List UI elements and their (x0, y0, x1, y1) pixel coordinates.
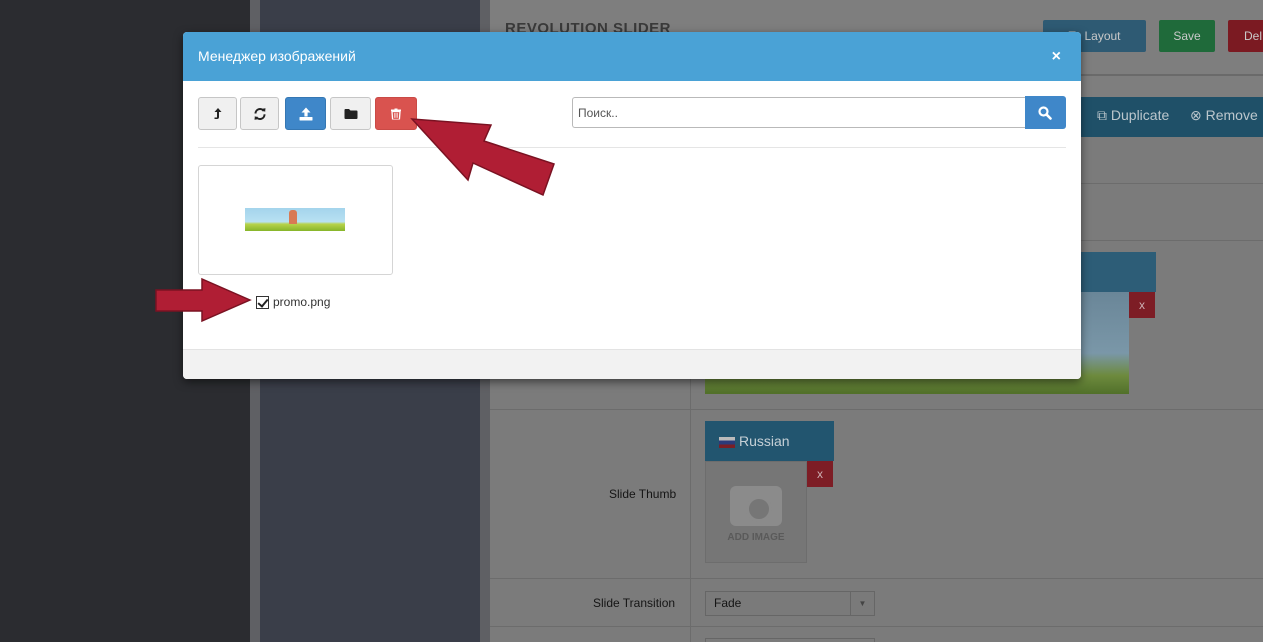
image-manager-modal: Менеджер изображений × Поиск.. promo.png (183, 32, 1081, 379)
add-image-label: ADD IMAGE (727, 532, 785, 543)
close-icon[interactable]: × (1052, 32, 1061, 81)
settings-row-divider (490, 626, 1263, 627)
level-up-icon (214, 107, 221, 119)
search-button[interactable] (1025, 96, 1066, 129)
refresh-button[interactable] (240, 97, 279, 130)
delete-button[interactable]: Del (1228, 20, 1263, 52)
modal-header: Менеджер изображений × (183, 32, 1081, 81)
duplicate-label: Duplicate (1110, 107, 1170, 123)
slide-transition-select[interactable]: Fade ▼ (705, 591, 875, 616)
language-label: Russian (739, 433, 790, 449)
duplicate-tab[interactable]: ⧉ Duplicate (1097, 107, 1169, 124)
slide-transition-label: Slide Transition (593, 596, 676, 610)
modal-footer (183, 349, 1081, 379)
remove-thumb-button[interactable]: x (807, 461, 833, 487)
delete-selected-button[interactable] (375, 97, 417, 130)
parent-folder-button[interactable] (198, 97, 237, 130)
folder-icon (344, 108, 357, 119)
remove-tab[interactable]: ⊗ Remove (1190, 107, 1258, 124)
file-name: promo.png (273, 295, 331, 309)
search-input[interactable] (572, 97, 1026, 128)
copy-icon: ⧉ (1097, 107, 1111, 123)
camera-icon (730, 486, 782, 526)
language-tab[interactable] (1080, 252, 1156, 292)
upload-button[interactable] (285, 97, 326, 130)
upload-icon (299, 107, 312, 120)
slide-thumb-placeholder[interactable]: ADD IMAGE (705, 461, 807, 563)
russian-language-tab[interactable]: Russian (705, 421, 834, 461)
remove-label: Remove (1205, 107, 1258, 123)
slide-transition-value: Fade (714, 596, 742, 610)
image-thumbnail-card[interactable] (198, 165, 393, 275)
file-item: promo.png (256, 294, 330, 310)
preview-figure (289, 210, 297, 224)
russia-flag-icon (719, 436, 735, 448)
refresh-icon (254, 107, 265, 120)
next-setting-select[interactable] (705, 638, 875, 642)
remove-image-button[interactable]: x (1129, 292, 1155, 318)
new-folder-button[interactable] (330, 97, 371, 130)
chevron-down-icon: ▼ (850, 592, 874, 615)
toolbar-divider (198, 147, 1066, 148)
slide-thumb-label: Slide Thumb (609, 487, 677, 501)
trash-icon (391, 108, 401, 119)
file-checkbox[interactable] (256, 295, 269, 309)
search-icon (1038, 106, 1052, 120)
modal-title: Менеджер изображений (198, 48, 356, 64)
settings-row-divider (490, 578, 1263, 579)
promo-image-preview (245, 208, 345, 231)
save-button[interactable]: Save (1159, 20, 1215, 52)
remove-icon: ⊗ (1190, 107, 1206, 123)
settings-row-divider (490, 409, 1263, 410)
